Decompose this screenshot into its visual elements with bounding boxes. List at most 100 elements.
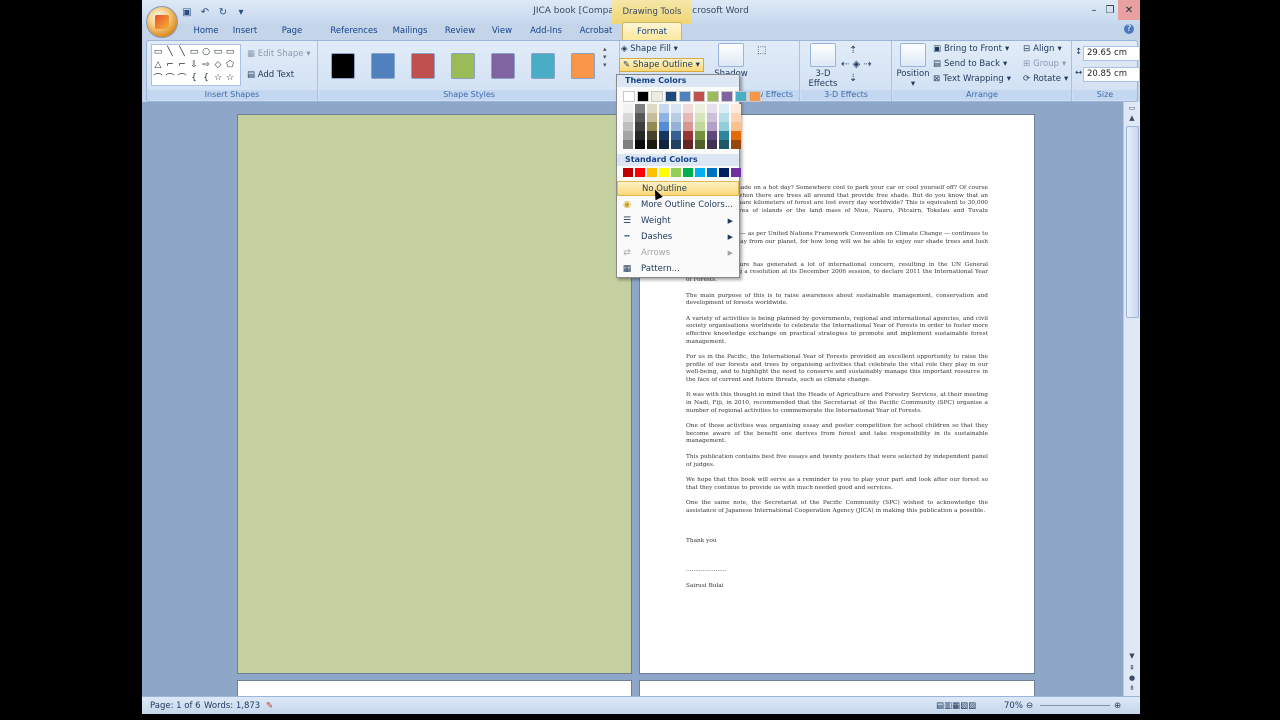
theme-tint-swatch[interactable] [707,140,717,149]
browse-object-icon[interactable]: ● [1124,674,1140,682]
theme-tint-swatch[interactable] [671,122,681,131]
style-swatch-blue[interactable] [371,53,395,79]
standard-color-swatch[interactable] [719,168,729,177]
theme-tint-swatch[interactable] [659,104,669,113]
tab-review[interactable]: Review [440,22,480,40]
theme-tint-swatch[interactable] [635,140,645,149]
theme-tint-swatch[interactable] [623,140,633,149]
standard-color-swatch[interactable] [647,168,657,177]
theme-tint-swatch[interactable] [707,113,717,122]
standard-color-swatch[interactable] [695,168,705,177]
word-count[interactable]: Words: 1,873 [204,701,260,711]
theme-tint-swatch[interactable] [647,122,657,131]
theme-color-swatch[interactable] [679,91,691,102]
theme-tint-swatch[interactable] [671,131,681,140]
style-swatch-green[interactable] [451,53,475,79]
standard-color-swatch[interactable] [671,168,681,177]
shape-3-icon[interactable]: ▭ [188,45,200,58]
shape-9-icon[interactable]: ⌐ [176,58,188,71]
theme-color-swatch[interactable] [623,91,635,102]
theme-tint-swatch[interactable] [623,122,633,131]
shape-outline-button[interactable]: ✎ Shape Outline ▾ [619,58,704,72]
theme-tint-swatch[interactable] [695,140,705,149]
edit-shape-button[interactable]: ▦ Edit Shape ▾ [247,49,310,59]
theme-tint-swatch[interactable] [683,104,693,113]
theme-tint-swatch[interactable] [635,122,645,131]
tab-insert[interactable]: Insert [226,22,264,40]
shape-2-icon[interactable]: ╲ [176,45,188,58]
standard-color-swatch[interactable] [635,168,645,177]
theme-tint-swatch[interactable] [623,131,633,140]
text-wrapping-button[interactable]: ⊠ Text Wrapping ▾ [933,74,1011,84]
standard-color-swatch[interactable] [659,168,669,177]
shape-17-icon[interactable]: { [188,71,200,84]
shape-13-icon[interactable]: ⬠ [224,58,236,71]
theme-tint-swatch[interactable] [731,122,741,131]
theme-tint-swatch[interactable] [635,113,645,122]
shape-18-icon[interactable]: { [200,71,212,84]
office-button[interactable] [146,6,178,38]
shape-0-icon[interactable]: ▭ [152,45,164,58]
theme-tint-swatch[interactable] [659,140,669,149]
tilt-up-icon[interactable]: ⇡ [849,45,857,56]
add-text-button[interactable]: ▤ Add Text [247,70,294,80]
theme-tint-swatch[interactable] [647,140,657,149]
tab-references[interactable]: References [330,22,378,40]
view-buttons-icon[interactable]: ▤▥▦▧▨ [936,701,976,711]
zoom-in-icon[interactable]: ⊕ [1114,701,1121,711]
zoom-out-icon[interactable]: ⊖ [1026,701,1033,711]
ruler-toggle-icon[interactable]: ▭ [1124,104,1140,112]
theme-tint-swatch[interactable] [671,140,681,149]
theme-tint-swatch[interactable] [731,140,741,149]
zoom-level[interactable]: 70% [1004,701,1023,711]
theme-tint-swatch[interactable] [719,104,729,113]
group-button[interactable]: ⊞ Group ▾ [1023,59,1066,69]
tilt-left-icon[interactable]: ⇠ ◈ ⇢ [841,59,872,70]
theme-tint-swatch[interactable] [623,113,633,122]
shape-20-icon[interactable]: ☆ [224,71,236,84]
scroll-down-icon[interactable]: ▼ [1124,652,1140,660]
theme-tint-swatch[interactable] [683,122,693,131]
proofing-icon[interactable]: ✎ [266,701,273,711]
theme-color-swatch[interactable] [707,91,719,102]
style-swatch-red[interactable] [411,53,435,79]
theme-color-swatch[interactable] [749,91,761,102]
no-outline-item[interactable]: No Outline [617,181,739,196]
standard-color-swatch[interactable] [731,168,741,177]
theme-tint-swatch[interactable] [707,122,717,131]
theme-color-swatch[interactable] [693,91,705,102]
scroll-thumb[interactable] [1126,126,1139,318]
shape-7-icon[interactable]: △ [152,58,164,71]
rotate-button[interactable]: ⟳ Rotate ▾ [1023,74,1068,84]
minimize-button[interactable]: – [1086,0,1102,20]
shape-15-icon[interactable]: ⌒ [164,71,176,84]
tab-acrobat[interactable]: Acrobat [574,22,618,40]
theme-tint-swatch[interactable] [635,104,645,113]
theme-color-swatch[interactable] [637,91,649,102]
tab-home[interactable]: Home [186,22,226,40]
theme-tint-swatch[interactable] [719,131,729,140]
shape-14-icon[interactable]: ⌒ [152,71,164,84]
cover-page-shape[interactable] [237,114,632,674]
dashes-item[interactable]: ┅ Dashes ▶ [617,230,739,245]
theme-tint-swatch[interactable] [731,104,741,113]
shape-width-input[interactable]: 20.85 cm [1083,67,1140,82]
shapes-gallery[interactable]: ▭ ╲ ╲ ▭ ○ ▭ ▭ △ ⌐ ⌐ ⇩ ⇨ ◇ ⬠ ⌒ ⌒ ⌒{{☆ ☆ [151,44,241,86]
standard-color-swatch[interactable] [707,168,717,177]
more-outline-colors-item[interactable]: ◉ More Outline Colors... [617,198,739,213]
tab-mailings[interactable]: Mailings [390,22,430,40]
restore-button[interactable]: ❐ [1102,0,1118,20]
theme-tint-swatch[interactable] [683,140,693,149]
theme-tint-swatch[interactable] [671,104,681,113]
theme-tint-swatch[interactable] [731,113,741,122]
tilt-down-icon[interactable]: ⇣ [849,73,857,84]
align-button[interactable]: ⊟ Align ▾ [1023,44,1062,54]
theme-tint-swatch[interactable] [647,131,657,140]
theme-tint-swatch[interactable] [695,131,705,140]
theme-tint-swatch[interactable] [623,104,633,113]
vertical-scrollbar[interactable]: ▭ ▲ ▼ ⇞ ● ⇟ [1123,102,1140,696]
close-button[interactable]: ✕ [1118,0,1140,20]
style-swatch-aqua[interactable] [531,53,555,79]
shape-16-icon[interactable]: ⌒ [176,71,188,84]
standard-color-swatch[interactable] [683,168,693,177]
